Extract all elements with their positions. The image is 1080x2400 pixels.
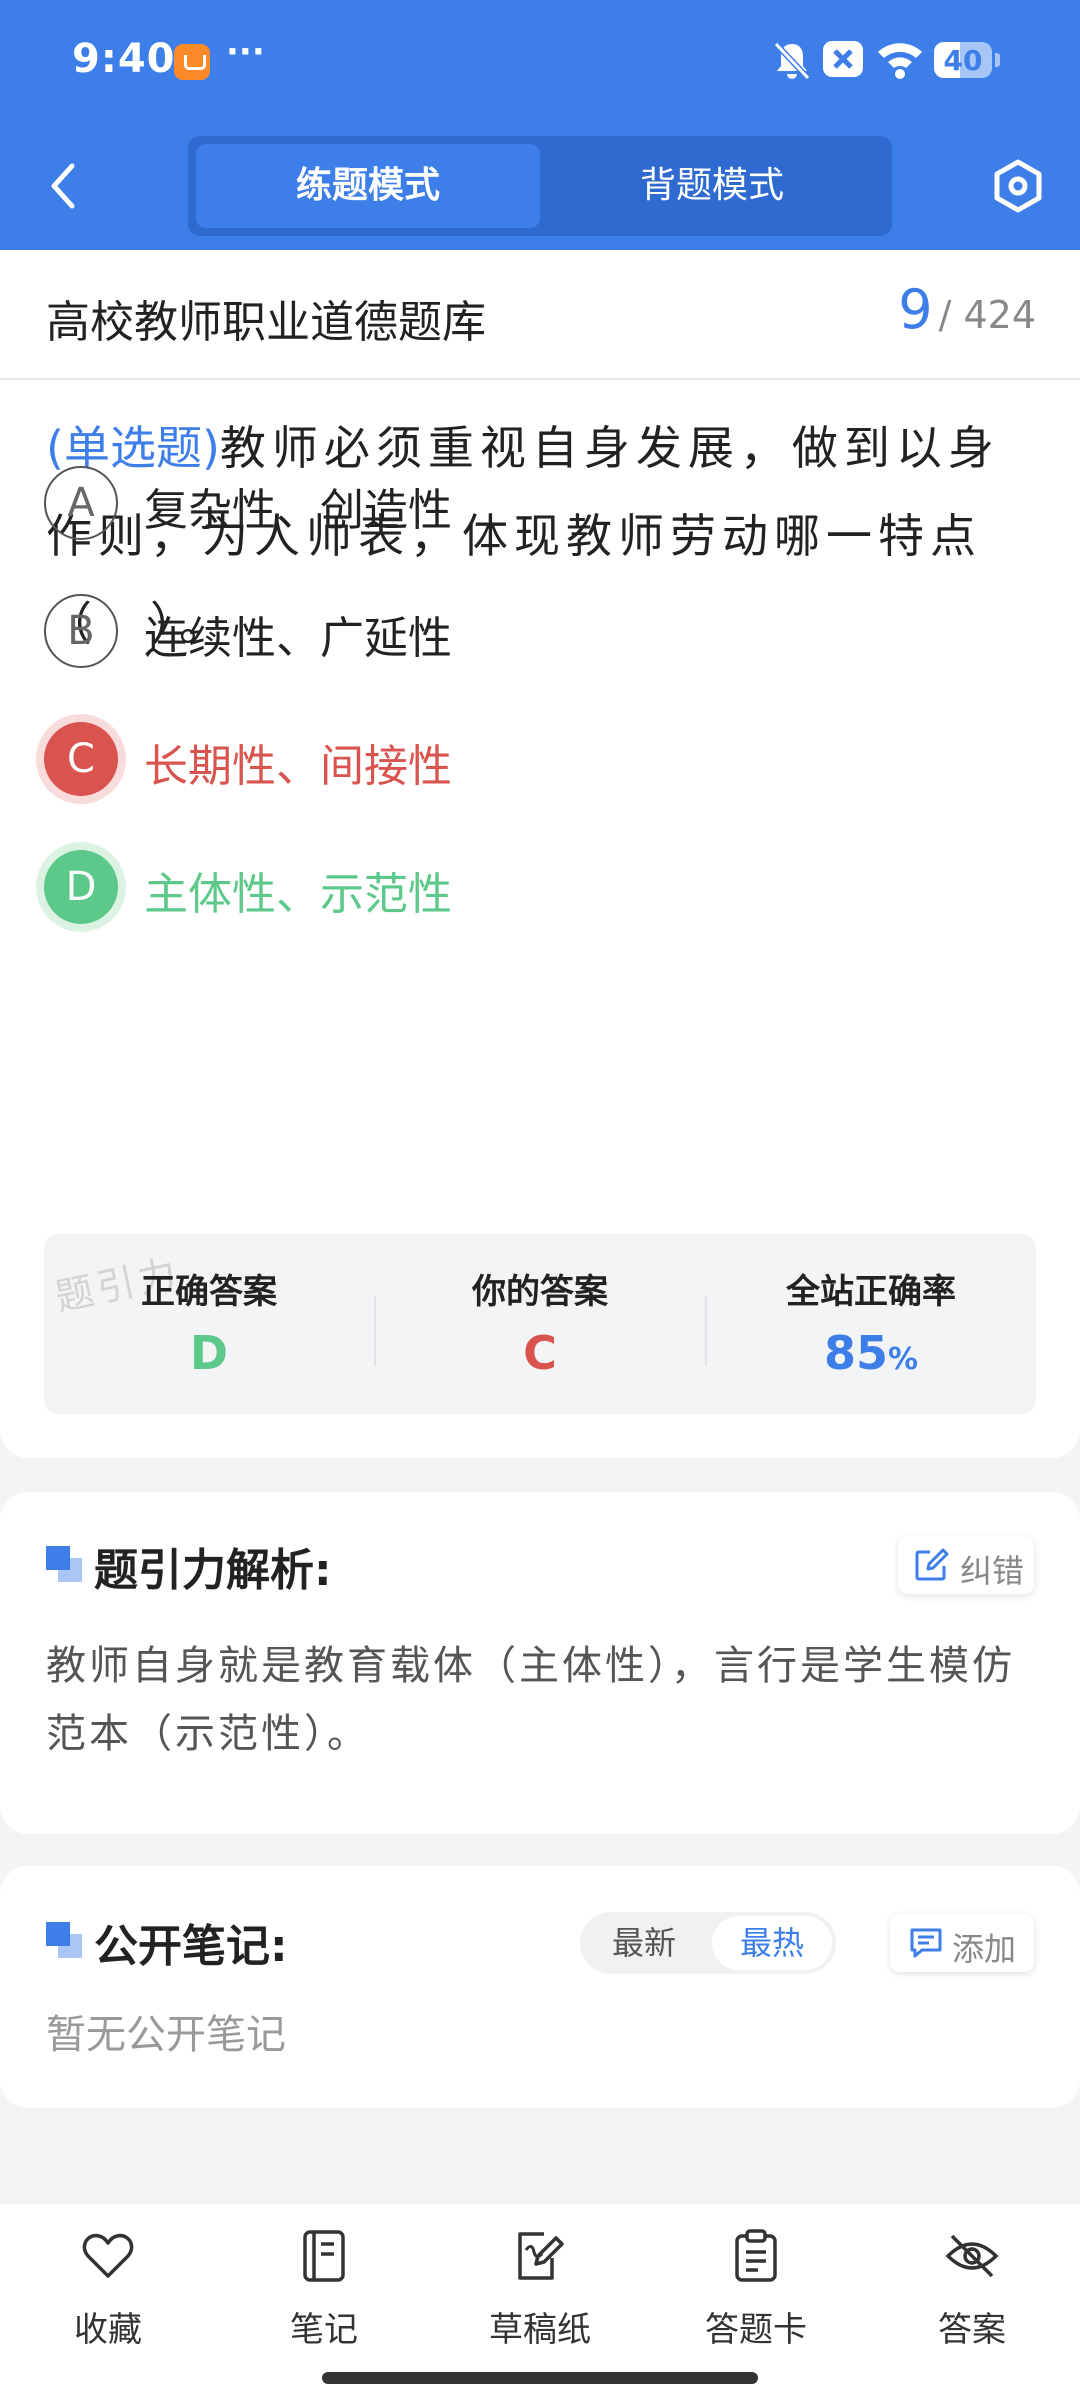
option-text: 复杂性、创造性 [144, 485, 452, 536]
eye-off-icon [945, 2234, 999, 2278]
correct-answer-block: 正确答案 D [44, 1234, 374, 1414]
battery-icon: 40 [934, 42, 1000, 78]
option-letter: C [44, 722, 118, 796]
notes-title: 公开笔记: [94, 1921, 288, 1972]
report-error-label: 纠错 [960, 1552, 1025, 1590]
tab-notes[interactable]: 笔记 [244, 2228, 404, 2350]
edit-icon [915, 1548, 949, 1581]
question-bank-bar: 高校教师职业道德题库 9/ 424 [0, 250, 1080, 380]
question-progress[interactable]: 9/ 424 [898, 278, 1036, 341]
tab-memorize-mode[interactable]: 背题模式 [540, 144, 884, 228]
sort-latest[interactable]: 最新 [584, 1916, 704, 1970]
your-answer-label: 你的答案 [472, 1272, 608, 1312]
app-notification-icon [174, 44, 210, 80]
tab-notes-label: 笔记 [290, 2310, 358, 2350]
add-note-label: 添加 [952, 1930, 1017, 1968]
option-text: 主体性、示范性 [144, 869, 452, 920]
tab-practice-mode[interactable]: 练题模式 [196, 144, 540, 228]
sort-hottest[interactable]: 最热 [712, 1916, 832, 1970]
tab-scratch-paper[interactable]: 草稿纸 [460, 2228, 620, 2350]
option-letter: A [44, 466, 118, 540]
your-answer-value: C [523, 1326, 557, 1380]
option-text: 长期性、间接性 [144, 741, 452, 792]
accuracy-block: 全站正确率 85% [706, 1234, 1036, 1414]
accuracy-number: 85 [823, 1326, 888, 1380]
current-question-number: 9 [898, 278, 933, 341]
option-text: 连续性、广延性 [144, 613, 452, 664]
notes-card: 公开笔记: 最新 最热 添加 暂无公开笔记 [0, 1866, 1080, 2108]
wifi-icon [878, 43, 922, 79]
heart-icon [82, 2233, 134, 2278]
draft-pen-icon [518, 2232, 564, 2280]
total-questions: / 424 [938, 293, 1036, 337]
more-notifications-indicator: ··· [226, 32, 265, 72]
settings-hex-icon[interactable] [988, 156, 1048, 216]
tab-scratch-paper-label: 草稿纸 [489, 2310, 591, 2350]
accuracy-unit: % [887, 1342, 919, 1377]
tab-favorite[interactable]: 收藏 [28, 2228, 188, 2350]
analysis-title: 题引力解析: [94, 1545, 332, 1596]
correct-answer-label: 正确答案 [141, 1272, 277, 1312]
accuracy-label: 全站正确率 [786, 1272, 956, 1312]
notebook-icon [303, 2230, 345, 2282]
notes-sort-toggle: 最新 最热 [580, 1912, 836, 1974]
battery-level: 40 [943, 44, 983, 77]
bank-title: 高校教师职业道德题库 [46, 297, 486, 348]
bottom-toolbar: 收藏 笔记 草稿纸 答题卡 答案 [0, 2204, 1080, 2400]
tab-answer[interactable]: 答案 [892, 2228, 1052, 2350]
answer-summary: 题引力 正确答案 D 你的答案 C 全站正确率 85% [44, 1234, 1036, 1414]
status-bar: 9:40 ··· 40 [0, 0, 1080, 125]
analysis-card: 题引力解析: 纠错 教师自身就是教育载体（主体性），言行是学生模仿范本（示范性）… [0, 1492, 1080, 1834]
section-squares-icon [46, 1546, 84, 1584]
section-squares-icon [46, 1922, 84, 1960]
mute-bell-icon [773, 41, 811, 81]
top-header: 9:40 ··· 40 练题模式 背题模式 [0, 0, 1080, 250]
comment-icon [910, 1928, 942, 1958]
empty-notes-text: 暂无公开笔记 [46, 2012, 286, 2058]
add-note-button[interactable]: 添加 [890, 1914, 1034, 1972]
analysis-text: 教师自身就是教育载体（主体性），言行是学生模仿范本（示范性）。 [46, 1643, 1015, 1757]
clipboard-icon [735, 2229, 777, 2282]
option-letter: D [44, 850, 118, 924]
question-card: (单选题)教师必须重视自身发展，做到以身作则，为人师表，体现教师劳动哪一特点（ … [0, 380, 1080, 1458]
tab-favorite-label: 收藏 [74, 2310, 142, 2350]
home-indicator[interactable] [322, 2372, 758, 2384]
option-letter: B [44, 594, 118, 668]
report-error-button[interactable]: 纠错 [898, 1536, 1034, 1594]
correct-answer-value: D [189, 1326, 229, 1380]
status-time: 9:40 [72, 36, 176, 82]
your-answer-block: 你的答案 C [375, 1234, 705, 1414]
close-box-icon [823, 41, 863, 77]
back-arrow-icon[interactable] [40, 156, 86, 216]
mode-switch: 练题模式 背题模式 [188, 136, 892, 236]
accuracy-value: 85% [706, 1326, 1036, 1380]
tab-answer-sheet-label: 答题卡 [705, 2310, 807, 2350]
tab-answer-label: 答案 [938, 2310, 1006, 2350]
tab-answer-sheet[interactable]: 答题卡 [676, 2228, 836, 2350]
